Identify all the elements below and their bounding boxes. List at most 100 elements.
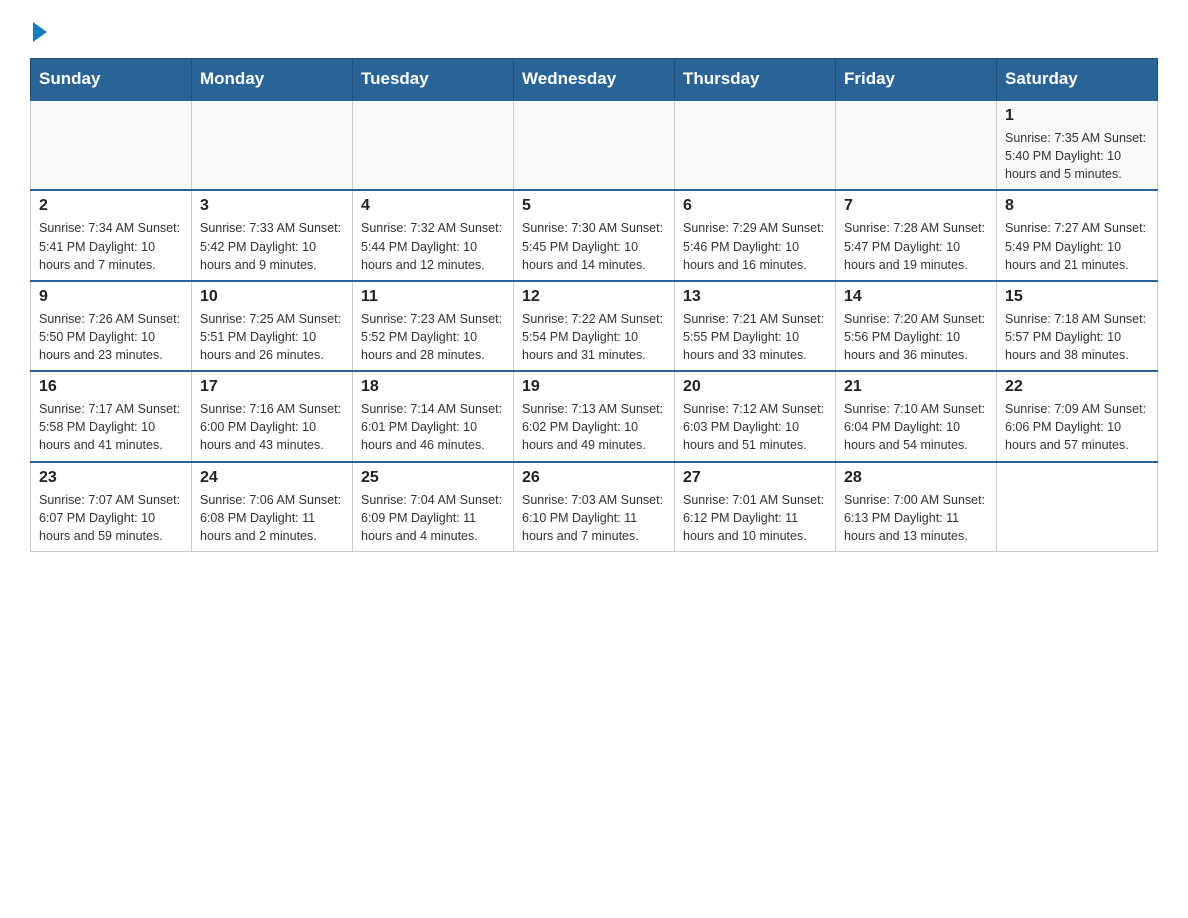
day-number: 13 [683, 288, 827, 306]
day-info: Sunrise: 7:35 AM Sunset: 5:40 PM Dayligh… [1005, 129, 1149, 183]
day-info: Sunrise: 7:32 AM Sunset: 5:44 PM Dayligh… [361, 219, 505, 273]
calendar-cell: 19 Sunrise: 7:13 AM Sunset: 6:02 PM Dayli… [514, 371, 675, 461]
day-number: 1 [1005, 107, 1149, 125]
day-info: Sunrise: 7:13 AM Sunset: 6:02 PM Dayligh… [522, 400, 666, 454]
day-info: Sunrise: 7:27 AM Sunset: 5:49 PM Dayligh… [1005, 219, 1149, 273]
day-number: 19 [522, 378, 666, 396]
day-number: 14 [844, 288, 988, 306]
calendar-cell: 21 Sunrise: 7:10 AM Sunset: 6:04 PM Dayli… [836, 371, 997, 461]
calendar-cell [836, 100, 997, 190]
calendar-cell [997, 462, 1158, 552]
calendar-cell: 26 Sunrise: 7:03 AM Sunset: 6:10 PM Dayli… [514, 462, 675, 552]
day-info: Sunrise: 7:07 AM Sunset: 6:07 PM Dayligh… [39, 491, 183, 545]
calendar-cell: 23 Sunrise: 7:07 AM Sunset: 6:07 PM Dayli… [31, 462, 192, 552]
calendar-cell [353, 100, 514, 190]
day-info: Sunrise: 7:14 AM Sunset: 6:01 PM Dayligh… [361, 400, 505, 454]
column-header-thursday: Thursday [675, 59, 836, 101]
day-info: Sunrise: 7:30 AM Sunset: 5:45 PM Dayligh… [522, 219, 666, 273]
day-info: Sunrise: 7:18 AM Sunset: 5:57 PM Dayligh… [1005, 310, 1149, 364]
calendar-cell: 9 Sunrise: 7:26 AM Sunset: 5:50 PM Daylig… [31, 281, 192, 371]
day-info: Sunrise: 7:17 AM Sunset: 5:58 PM Dayligh… [39, 400, 183, 454]
calendar-header-row: SundayMondayTuesdayWednesdayThursdayFrid… [31, 59, 1158, 101]
calendar-week-row: 2 Sunrise: 7:34 AM Sunset: 5:41 PM Daylig… [31, 190, 1158, 280]
day-number: 6 [683, 197, 827, 215]
day-number: 12 [522, 288, 666, 306]
logo-arrow-icon [33, 22, 47, 42]
calendar-cell: 11 Sunrise: 7:23 AM Sunset: 5:52 PM Dayli… [353, 281, 514, 371]
day-info: Sunrise: 7:09 AM Sunset: 6:06 PM Dayligh… [1005, 400, 1149, 454]
calendar-cell: 13 Sunrise: 7:21 AM Sunset: 5:55 PM Dayli… [675, 281, 836, 371]
page-header [30, 20, 1158, 40]
calendar-cell: 27 Sunrise: 7:01 AM Sunset: 6:12 PM Dayli… [675, 462, 836, 552]
calendar-week-row: 23 Sunrise: 7:07 AM Sunset: 6:07 PM Dayli… [31, 462, 1158, 552]
calendar-cell: 15 Sunrise: 7:18 AM Sunset: 5:57 PM Dayli… [997, 281, 1158, 371]
calendar-cell: 10 Sunrise: 7:25 AM Sunset: 5:51 PM Dayli… [192, 281, 353, 371]
day-info: Sunrise: 7:04 AM Sunset: 6:09 PM Dayligh… [361, 491, 505, 545]
day-number: 23 [39, 469, 183, 487]
day-info: Sunrise: 7:25 AM Sunset: 5:51 PM Dayligh… [200, 310, 344, 364]
calendar-cell: 24 Sunrise: 7:06 AM Sunset: 6:08 PM Dayli… [192, 462, 353, 552]
column-header-friday: Friday [836, 59, 997, 101]
day-number: 15 [1005, 288, 1149, 306]
day-info: Sunrise: 7:22 AM Sunset: 5:54 PM Dayligh… [522, 310, 666, 364]
calendar-cell [514, 100, 675, 190]
day-info: Sunrise: 7:21 AM Sunset: 5:55 PM Dayligh… [683, 310, 827, 364]
calendar-cell: 8 Sunrise: 7:27 AM Sunset: 5:49 PM Daylig… [997, 190, 1158, 280]
calendar-cell: 25 Sunrise: 7:04 AM Sunset: 6:09 PM Dayli… [353, 462, 514, 552]
calendar-cell: 20 Sunrise: 7:12 AM Sunset: 6:03 PM Dayli… [675, 371, 836, 461]
day-number: 5 [522, 197, 666, 215]
day-number: 11 [361, 288, 505, 306]
day-number: 9 [39, 288, 183, 306]
day-number: 28 [844, 469, 988, 487]
column-header-sunday: Sunday [31, 59, 192, 101]
logo [30, 20, 47, 40]
column-header-saturday: Saturday [997, 59, 1158, 101]
day-number: 25 [361, 469, 505, 487]
day-info: Sunrise: 7:34 AM Sunset: 5:41 PM Dayligh… [39, 219, 183, 273]
day-info: Sunrise: 7:26 AM Sunset: 5:50 PM Dayligh… [39, 310, 183, 364]
calendar-cell [675, 100, 836, 190]
day-number: 16 [39, 378, 183, 396]
calendar-cell [192, 100, 353, 190]
day-number: 2 [39, 197, 183, 215]
day-number: 18 [361, 378, 505, 396]
day-info: Sunrise: 7:01 AM Sunset: 6:12 PM Dayligh… [683, 491, 827, 545]
day-number: 24 [200, 469, 344, 487]
calendar-cell: 12 Sunrise: 7:22 AM Sunset: 5:54 PM Dayli… [514, 281, 675, 371]
calendar-cell [31, 100, 192, 190]
calendar-week-row: 9 Sunrise: 7:26 AM Sunset: 5:50 PM Daylig… [31, 281, 1158, 371]
day-number: 8 [1005, 197, 1149, 215]
calendar-table: SundayMondayTuesdayWednesdayThursdayFrid… [30, 58, 1158, 552]
day-info: Sunrise: 7:03 AM Sunset: 6:10 PM Dayligh… [522, 491, 666, 545]
day-number: 10 [200, 288, 344, 306]
calendar-cell: 17Sunrise: 7:16 AM Sunset: 6:00 PM Dayli… [192, 371, 353, 461]
calendar-cell: 2 Sunrise: 7:34 AM Sunset: 5:41 PM Daylig… [31, 190, 192, 280]
calendar-cell: 22 Sunrise: 7:09 AM Sunset: 6:06 PM Dayli… [997, 371, 1158, 461]
column-header-monday: Monday [192, 59, 353, 101]
day-info: Sunrise: 7:10 AM Sunset: 6:04 PM Dayligh… [844, 400, 988, 454]
calendar-cell: 7Sunrise: 7:28 AM Sunset: 5:47 PM Daylig… [836, 190, 997, 280]
day-number: 7 [844, 197, 988, 215]
day-number: 27 [683, 469, 827, 487]
calendar-cell: 18 Sunrise: 7:14 AM Sunset: 6:01 PM Dayli… [353, 371, 514, 461]
calendar-cell: 6Sunrise: 7:29 AM Sunset: 5:46 PM Daylig… [675, 190, 836, 280]
day-number: 22 [1005, 378, 1149, 396]
calendar-cell: 1 Sunrise: 7:35 AM Sunset: 5:40 PM Daylig… [997, 100, 1158, 190]
day-info: Sunrise: 7:06 AM Sunset: 6:08 PM Dayligh… [200, 491, 344, 545]
day-number: 21 [844, 378, 988, 396]
day-number: 26 [522, 469, 666, 487]
calendar-week-row: 16 Sunrise: 7:17 AM Sunset: 5:58 PM Dayli… [31, 371, 1158, 461]
calendar-cell: 16 Sunrise: 7:17 AM Sunset: 5:58 PM Dayli… [31, 371, 192, 461]
calendar-cell: 4 Sunrise: 7:32 AM Sunset: 5:44 PM Daylig… [353, 190, 514, 280]
day-info: Sunrise: 7:16 AM Sunset: 6:00 PM Dayligh… [200, 400, 344, 454]
day-info: Sunrise: 7:12 AM Sunset: 6:03 PM Dayligh… [683, 400, 827, 454]
calendar-cell: 5 Sunrise: 7:30 AM Sunset: 5:45 PM Daylig… [514, 190, 675, 280]
day-info: Sunrise: 7:00 AM Sunset: 6:13 PM Dayligh… [844, 491, 988, 545]
day-info: Sunrise: 7:33 AM Sunset: 5:42 PM Dayligh… [200, 219, 344, 273]
column-header-tuesday: Tuesday [353, 59, 514, 101]
calendar-week-row: 1 Sunrise: 7:35 AM Sunset: 5:40 PM Daylig… [31, 100, 1158, 190]
calendar-cell: 3Sunrise: 7:33 AM Sunset: 5:42 PM Daylig… [192, 190, 353, 280]
day-info: Sunrise: 7:23 AM Sunset: 5:52 PM Dayligh… [361, 310, 505, 364]
day-number: 4 [361, 197, 505, 215]
day-number: 20 [683, 378, 827, 396]
